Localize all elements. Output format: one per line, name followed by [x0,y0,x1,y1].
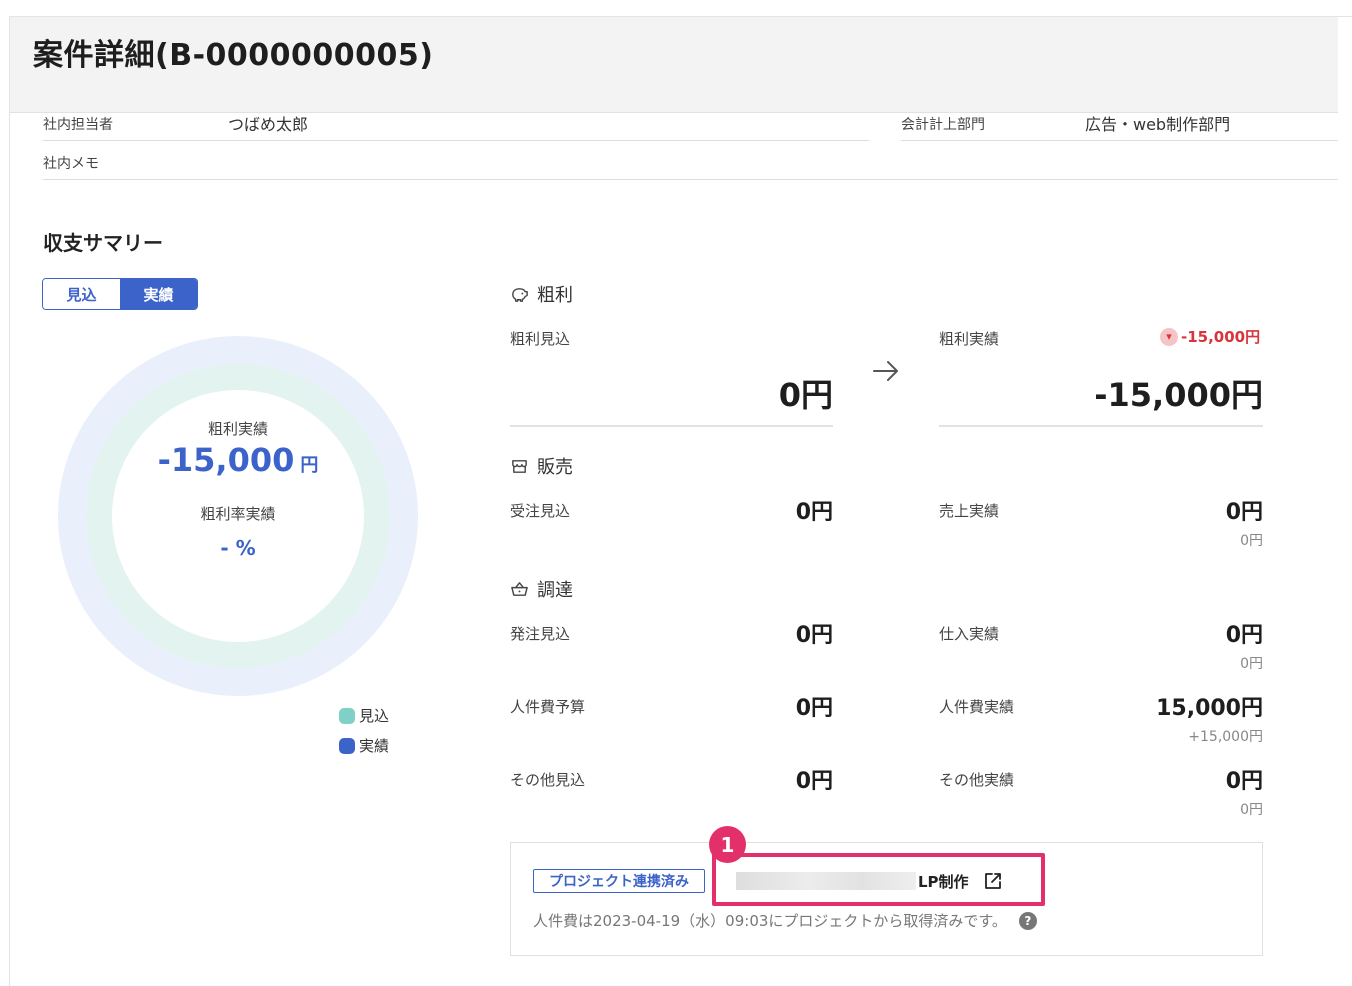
other-actual-label: その他実績 [939,771,1015,789]
donut-value-rate: - % [220,536,256,560]
procurement-section-heading: 調達 [510,576,573,602]
forecast-actual-toggle[interactable]: 見込 実績 [42,278,198,310]
gross-section-heading: 粗利 [510,281,573,307]
project-sync-note: 人件費は2023-04-19（水）09:03にプロジェクトから取得済みです。 ? [533,910,1037,931]
gross-actual-underline [939,425,1263,427]
donut-label-gross: 粗利実績 [207,420,268,438]
other-forecast-value: 0円 [795,769,833,794]
gross-delta: ▾ -15,000円 [1160,326,1260,347]
gross-forecast-value: 0円 [778,376,833,414]
gross-delta-value: -15,000円 [1181,328,1261,346]
dept-label: 会計計上部門 [901,117,985,133]
toggle-forecast[interactable]: 見込 [43,279,120,309]
dept-value: 広告・web制作部門 [1085,115,1231,134]
dept-divider [901,140,1338,141]
basket-icon [511,581,528,596]
other-actual-value: 0円 [1225,769,1263,794]
sales-forecast-label: 受注見込 [510,502,571,520]
labor-actual-diff: +15,000円 [1188,729,1263,745]
donut-gross-number: -15,000 [157,441,295,479]
annotation-highlight-box [712,853,1045,906]
donut-label-rate: 粗利率実績 [200,505,276,523]
gross-forecast-label: 粗利見込 [510,330,571,348]
gross-actual-value: -15,000円 [1094,376,1263,414]
sales-forecast-value: 0円 [795,500,833,525]
help-icon[interactable]: ? [1018,911,1037,930]
legend-forecast-swatch [339,707,355,724]
purchase-forecast-label: 発注見込 [510,625,571,643]
project-linked-badge: プロジェクト連携済み [533,869,705,893]
project-sync-note-text: 人件費は2023-04-19（水）09:03にプロジェクトから取得済みです。 [533,912,1007,930]
toggle-actual[interactable]: 実績 [120,279,197,309]
memo-label: 社内メモ [43,156,99,172]
legend-actual: 実績 [339,735,389,756]
owner-value: つばめ太郎 [228,115,309,134]
purchase-actual-label: 仕入実績 [939,625,1000,643]
arrow-right-icon [873,361,898,381]
legend-forecast: 見込 [339,705,389,726]
other-forecast-label: その他見込 [510,771,586,789]
store-icon [512,459,527,473]
other-actual-diff: 0円 [1240,802,1263,818]
legend-actual-label: 実績 [359,737,390,755]
gross-actual-label: 粗利実績 [939,330,1000,348]
purchase-forecast-value: 0円 [795,623,833,648]
labor-actual-label: 人件費実績 [939,698,1015,716]
labor-budget-value: 0円 [795,696,833,721]
legend-actual-swatch [339,737,355,754]
sales-actual-label: 売上実績 [939,502,1000,520]
labor-actual-value: 15,000円 [1156,696,1263,721]
sales-actual-diff: 0円 [1240,533,1263,549]
gross-heading-text: 粗利 [537,285,573,306]
labor-budget-label: 人件費予算 [510,698,586,716]
sales-section-heading: 販売 [510,453,573,479]
piggy-bank-icon [512,287,528,302]
memo-divider [43,179,1338,180]
gross-forecast-underline [510,425,833,427]
legend-forecast-label: 見込 [359,707,390,725]
double-chevron-down-icon: ▾ [1160,327,1178,346]
owner-label: 社内担当者 [43,117,113,133]
owner-divider [43,140,869,141]
procurement-heading-text: 調達 [537,580,573,601]
page-title: 案件詳細(B-0000000005) [33,38,434,73]
purchase-actual-diff: 0円 [1240,656,1263,672]
annotation-number-badge: 1 [709,826,746,863]
summary-title: 収支サマリー [43,231,163,255]
sales-actual-value: 0円 [1225,500,1263,525]
donut-center: 粗利実績 -15,000 円 粗利率実績 - % [112,418,364,560]
donut-value-gross: -15,000 円 [112,441,364,479]
donut-gross-unit: 円 [300,455,319,476]
purchase-actual-value: 0円 [1225,623,1263,648]
sales-heading-text: 販売 [537,457,573,478]
